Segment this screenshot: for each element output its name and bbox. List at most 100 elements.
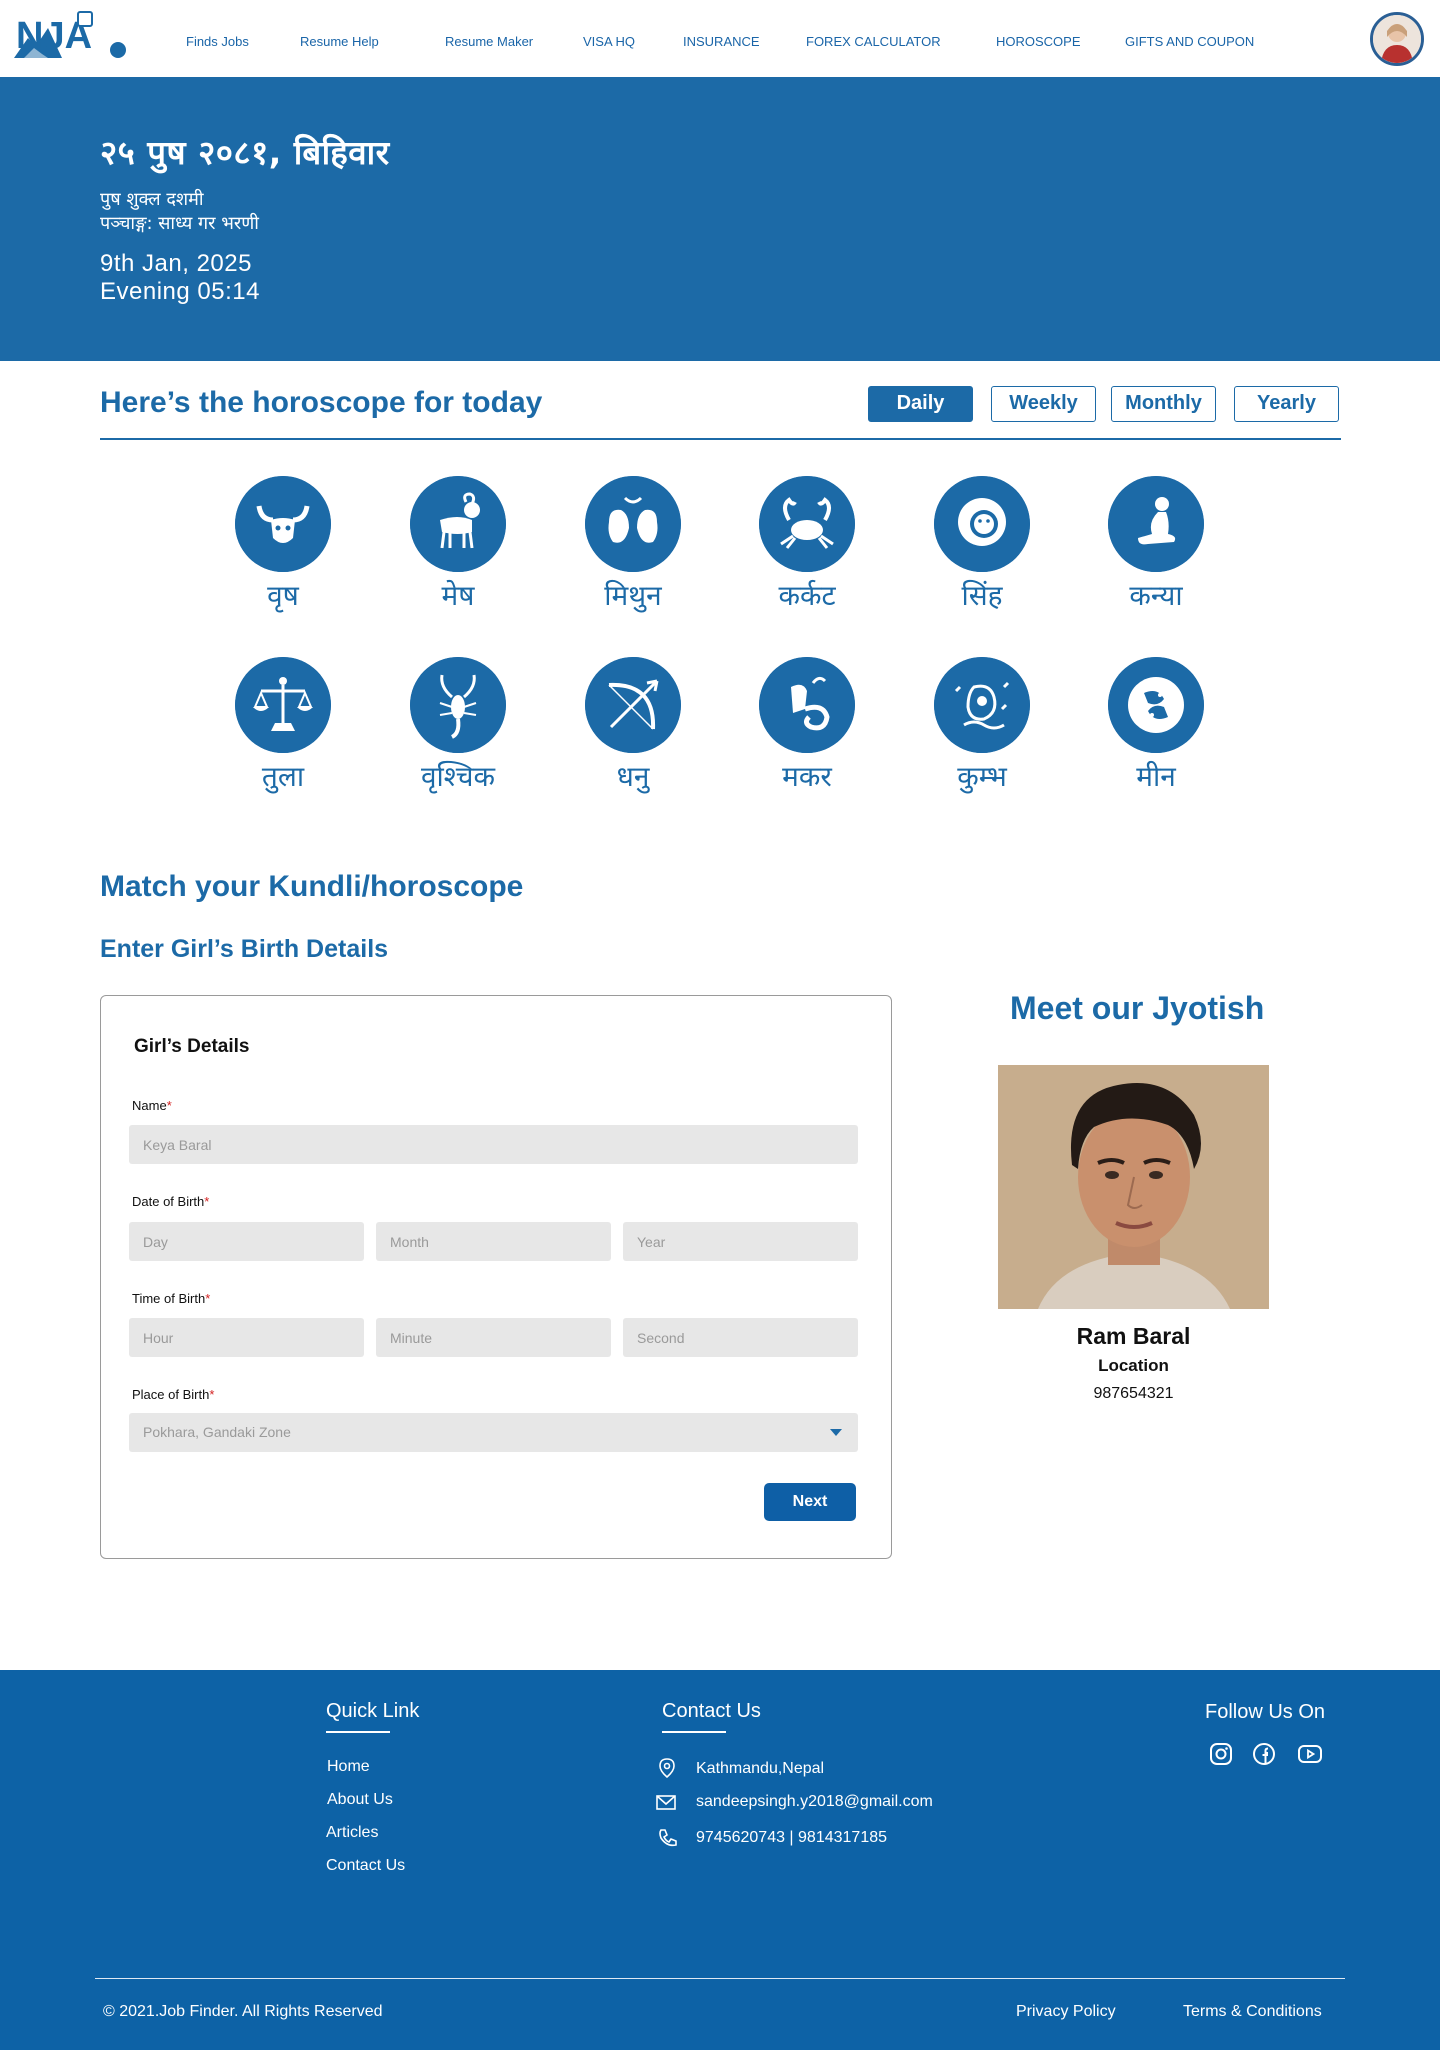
zodiac-meen[interactable]: मीन — [1091, 657, 1221, 795]
zodiac-name: कन्या — [1129, 579, 1183, 612]
user-avatar[interactable] — [1370, 12, 1424, 66]
instagram-icon[interactable] — [1208, 1741, 1234, 1767]
zodiac-name: वृष — [267, 579, 299, 612]
tab-monthly[interactable]: Monthly — [1111, 386, 1216, 422]
zodiac-name: कुम्भ — [957, 760, 1007, 793]
zodiac-kumbha[interactable]: कुम्भ — [917, 657, 1047, 795]
match-title: Match your Kundli/horoscope — [100, 870, 524, 903]
quick-link-underline — [326, 1731, 390, 1733]
zodiac-name: मिथुन — [604, 579, 662, 612]
tob-minute-input[interactable] — [376, 1318, 611, 1357]
footer-link-about[interactable]: About Us — [327, 1791, 393, 1809]
jyotish-location: Location — [1098, 1356, 1169, 1375]
jyotish-photo — [998, 1065, 1269, 1309]
aries-icon — [410, 476, 506, 572]
site-footer: Quick Link Home About Us Articles Contac… — [0, 1670, 1440, 2050]
gemini-icon — [585, 476, 681, 572]
footer-link-articles[interactable]: Articles — [326, 1824, 378, 1842]
tob-label: Time of Birth* — [132, 1291, 211, 1306]
tab-daily[interactable]: Daily — [868, 386, 973, 422]
next-button[interactable]: Next — [764, 1483, 856, 1521]
nav-insurance[interactable]: INSURANCE — [683, 34, 760, 49]
zodiac-tula[interactable]: तुला — [218, 657, 348, 795]
nav-resume-maker[interactable]: Resume Maker — [445, 34, 533, 49]
phone-icon — [659, 1829, 677, 1847]
pisces-icon — [1108, 657, 1204, 753]
nav-forex-calculator[interactable]: FOREX CALCULATOR — [806, 34, 941, 49]
tob-second-input[interactable] — [623, 1318, 858, 1357]
zodiac-dhanu[interactable]: धनु — [568, 657, 698, 795]
zodiac-name: मीन — [1136, 760, 1176, 793]
footer-divider — [95, 1978, 1345, 1979]
dob-month-input[interactable] — [376, 1222, 611, 1261]
tab-weekly[interactable]: Weekly — [991, 386, 1096, 422]
copyright-text: © 2021.Job Finder. All Rights Reserved — [103, 2003, 383, 2020]
name-label: Name* — [132, 1098, 172, 1113]
nav-gifts-and-coupon[interactable]: GIFTS AND COUPON — [1125, 34, 1254, 49]
zodiac-mithun[interactable]: मिथुन — [568, 476, 698, 614]
dob-label: Date of Birth* — [132, 1194, 210, 1209]
zodiac-kanya[interactable]: कन्या — [1091, 476, 1221, 614]
dob-year-input[interactable] — [623, 1222, 858, 1261]
contact-phones: 9745620743 | 9814317185 — [696, 1829, 888, 1846]
nav-resume-help[interactable]: Resume Help — [300, 34, 379, 49]
tithi-text: पुष शुक्ल दशमी — [100, 189, 204, 210]
sagittarius-icon — [585, 657, 681, 753]
aquarius-icon — [934, 657, 1030, 753]
contact-heading: Contact Us — [662, 1700, 761, 1722]
virgo-icon — [1108, 476, 1204, 572]
zodiac-name: मेष — [441, 579, 475, 612]
pob-label: Place of Birth* — [132, 1387, 215, 1402]
nav-visa-hq[interactable]: VISA HQ — [583, 34, 635, 49]
date-hero-banner: २५ पुष २०८१, बिहिवार पुष शुक्ल दशमी पञ्च… — [0, 77, 1440, 361]
zodiac-name: धनु — [616, 760, 650, 793]
leo-icon — [934, 476, 1030, 572]
zodiac-name: सिंह — [961, 579, 1003, 612]
zodiac-mesh[interactable]: मेष — [393, 476, 523, 614]
contact-email[interactable]: sandeepsingh.y2018@gmail.com — [696, 1793, 933, 1811]
zodiac-simha[interactable]: सिंह — [917, 476, 1047, 614]
zodiac-name: तुला — [261, 760, 305, 793]
horoscope-title: Here’s the horoscope for today — [100, 386, 543, 419]
quick-link-heading: Quick Link — [326, 1700, 420, 1722]
footer-link-contact[interactable]: Contact Us — [326, 1857, 405, 1875]
zodiac-karkat[interactable]: कर्कट — [742, 476, 872, 614]
zodiac-name: मकर — [782, 760, 832, 793]
facebook-icon[interactable] — [1251, 1741, 1277, 1767]
nav-finds-jobs[interactable]: Finds Jobs — [186, 34, 249, 49]
privacy-policy-link[interactable]: Privacy Policy — [1016, 2003, 1116, 2021]
place-of-birth-value: Pokhara, Gandaki Zone — [143, 1424, 291, 1440]
cancer-icon — [759, 476, 855, 572]
tab-yearly[interactable]: Yearly — [1234, 386, 1339, 422]
youtube-icon[interactable] — [1297, 1741, 1323, 1767]
place-of-birth-select[interactable]: Pokhara, Gandaki Zone — [129, 1413, 858, 1452]
name-input[interactable] — [129, 1125, 858, 1164]
jyotish-name: Ram Baral — [1076, 1323, 1191, 1349]
nav-horoscope[interactable]: HOROSCOPE — [996, 34, 1081, 49]
zodiac-vrish[interactable]: वृष — [218, 476, 348, 614]
zodiac-makar[interactable]: मकर — [742, 657, 872, 795]
libra-icon — [235, 657, 331, 753]
form-card-title: Girl’s Details — [134, 1036, 250, 1057]
panchang-text: पञ्चाङ्ग: साध्य गर भरणी — [100, 213, 259, 234]
terms-link[interactable]: Terms & Conditions — [1183, 2003, 1322, 2021]
site-logo[interactable]: NJA — [14, 10, 136, 60]
zodiac-name: वृश्चिक — [420, 760, 495, 793]
follow-heading: Follow Us On — [1205, 1701, 1326, 1723]
contact-address: Kathmandu,Nepal — [696, 1760, 825, 1777]
zodiac-name: कर्कट — [778, 579, 836, 612]
english-date: 9th Jan, 2025 — [100, 250, 252, 277]
taurus-icon — [235, 476, 331, 572]
dob-day-input[interactable] — [129, 1222, 364, 1261]
capricorn-icon — [759, 657, 855, 753]
tob-hour-input[interactable] — [129, 1318, 364, 1357]
girls-details-form: Girl’s Details Name* Date of Birth* Time… — [100, 995, 892, 1559]
scorpio-icon — [410, 657, 506, 753]
jyotish-title: Meet our Jyotish — [1010, 990, 1265, 1026]
footer-link-home[interactable]: Home — [327, 1758, 370, 1776]
zodiac-vrishchik[interactable]: वृश्चिक — [393, 657, 523, 795]
mail-icon — [656, 1795, 676, 1810]
chevron-down-icon — [830, 1429, 842, 1436]
top-navbar: NJA Finds Jobs Resume Help Resume Maker … — [0, 0, 1440, 77]
nepali-date: २५ पुष २०८१, बिहिवार — [100, 133, 390, 172]
